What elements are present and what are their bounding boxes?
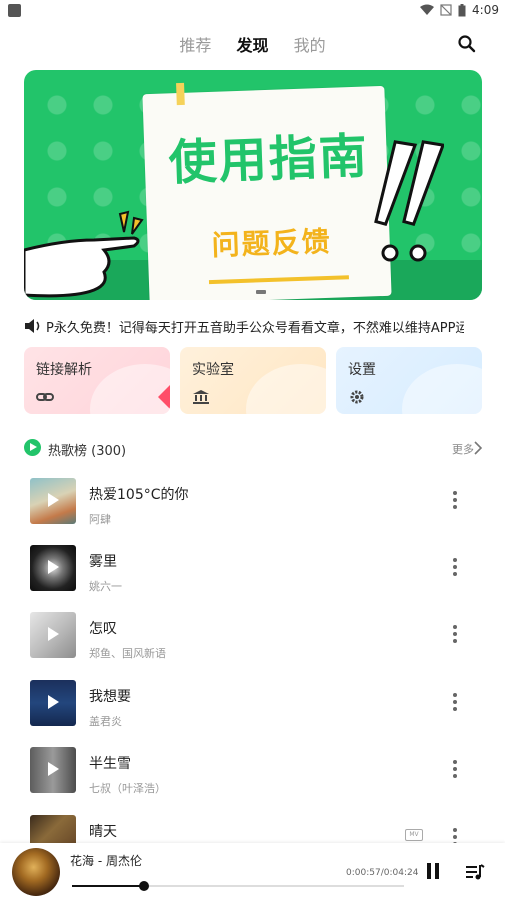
playlist-icon[interactable] [465, 863, 485, 881]
card-decoration [402, 364, 482, 414]
battery-icon [458, 3, 466, 16]
banner-subtitle: 问题反馈 [211, 224, 333, 262]
progress-bar[interactable] [72, 881, 404, 891]
more-options-icon[interactable] [449, 624, 461, 644]
card-label: 链接解析 [36, 362, 92, 378]
pointing-hand-icon [24, 210, 144, 298]
play-icon [48, 627, 59, 641]
progress-fill [72, 885, 144, 887]
album-cover[interactable] [30, 478, 76, 524]
play-circle-icon[interactable] [24, 439, 41, 456]
wifi-icon [420, 4, 435, 15]
play-icon [48, 762, 59, 776]
more-options-icon[interactable] [449, 557, 461, 577]
search-icon[interactable] [457, 34, 477, 54]
card-label: 实验室 [192, 362, 234, 378]
song-artist: 七叔（叶泽浩） [89, 782, 166, 795]
album-cover[interactable] [30, 545, 76, 591]
top-nav: 推荐 发现 我的 [0, 28, 505, 58]
link-icon [36, 393, 54, 401]
now-playing-cover[interactable] [12, 848, 60, 896]
clock: 4:09 [472, 3, 499, 17]
gear-icon [350, 390, 364, 404]
song-title: 晴天 [89, 824, 117, 840]
app-notification-icon [8, 4, 21, 17]
bank-icon [193, 390, 209, 404]
status-indicators: 4:09 [420, 3, 499, 17]
play-icon [48, 560, 59, 574]
song-title: 雾里 [89, 554, 117, 570]
song-title: 怎叹 [89, 621, 117, 637]
speaker-icon [25, 319, 40, 333]
pause-bar [435, 863, 439, 879]
album-cover[interactable] [30, 612, 76, 658]
pause-button[interactable] [426, 863, 440, 879]
link-parse-card[interactable]: 链接解析 [24, 347, 170, 414]
notice-text: P永久免费！记得每天打开五音助手公众号看看文章，不然难以维持APP运营啊 [46, 321, 464, 336]
card-decoration [246, 364, 326, 414]
tape-decoration [176, 82, 185, 106]
banner-underline [208, 275, 349, 285]
top-tabs: 推荐 发现 我的 [0, 32, 505, 56]
tab-discover[interactable]: 发现 [236, 32, 268, 56]
song-artist: 姚六一 [89, 580, 122, 593]
banner-indicator[interactable] [256, 290, 266, 294]
song-title: 我想要 [89, 689, 131, 705]
no-signal-icon [440, 4, 452, 16]
album-cover[interactable] [30, 747, 76, 793]
mv-badge[interactable]: MV [405, 829, 423, 841]
mini-player[interactable]: 花海 - 周杰伦 0:00:57/0:04:24 [0, 843, 505, 900]
notice-bar: P永久免费！记得每天打开五音助手公众号看看文章，不然难以维持APP运营啊 [24, 316, 464, 336]
song-artist: 郑鱼、国风新语 [89, 647, 166, 660]
song-title: 半生雪 [89, 756, 131, 772]
progress-knob[interactable] [138, 881, 149, 891]
more-options-icon[interactable] [449, 759, 461, 779]
status-bar: 4:09 [0, 0, 505, 22]
song-row[interactable]: 雾里 姚六一 [0, 545, 505, 611]
banner-carousel[interactable]: 使用指南 问题反馈 [24, 70, 482, 300]
card-label: 设置 [348, 362, 376, 378]
card-accent [158, 385, 170, 409]
song-row[interactable]: 半生雪 七叔（叶泽浩） [0, 747, 505, 813]
playback-time: 0:00:57/0:04:24 [346, 868, 419, 878]
tab-mine[interactable]: 我的 [294, 32, 326, 56]
more-link[interactable]: 更多 [452, 441, 474, 457]
now-playing-title: 花海 - 周杰伦 [70, 854, 142, 868]
song-artist: 阿肆 [89, 513, 111, 526]
more-options-icon[interactable] [449, 692, 461, 712]
chevron-right-icon[interactable] [474, 441, 482, 455]
pause-bar [427, 863, 431, 879]
tab-recommend[interactable]: 推荐 [179, 32, 211, 56]
play-icon [48, 695, 59, 709]
lab-card[interactable]: 实验室 [180, 347, 326, 414]
hot-chart-header: 热歌榜 (300) 更多 [24, 438, 482, 459]
play-icon [48, 493, 59, 507]
banner-title: 使用指南 [167, 128, 370, 192]
more-options-icon[interactable] [449, 490, 461, 510]
album-cover[interactable] [30, 680, 76, 726]
song-title: 热爱105°C的你 [89, 487, 189, 503]
banner-poster: 使用指南 问题反馈 [142, 82, 392, 300]
song-artist: 盖君炎 [89, 715, 122, 728]
song-row[interactable]: 我想要 盖君炎 [0, 680, 505, 746]
hot-chart-title: 热歌榜 (300) [48, 444, 127, 459]
song-row[interactable]: 怎叹 郑鱼、国风新语 [0, 612, 505, 678]
song-row[interactable]: 热爱105°C的你 阿肆 [0, 478, 505, 544]
exclamation-icon [374, 140, 444, 262]
settings-card[interactable]: 设置 [336, 347, 482, 414]
